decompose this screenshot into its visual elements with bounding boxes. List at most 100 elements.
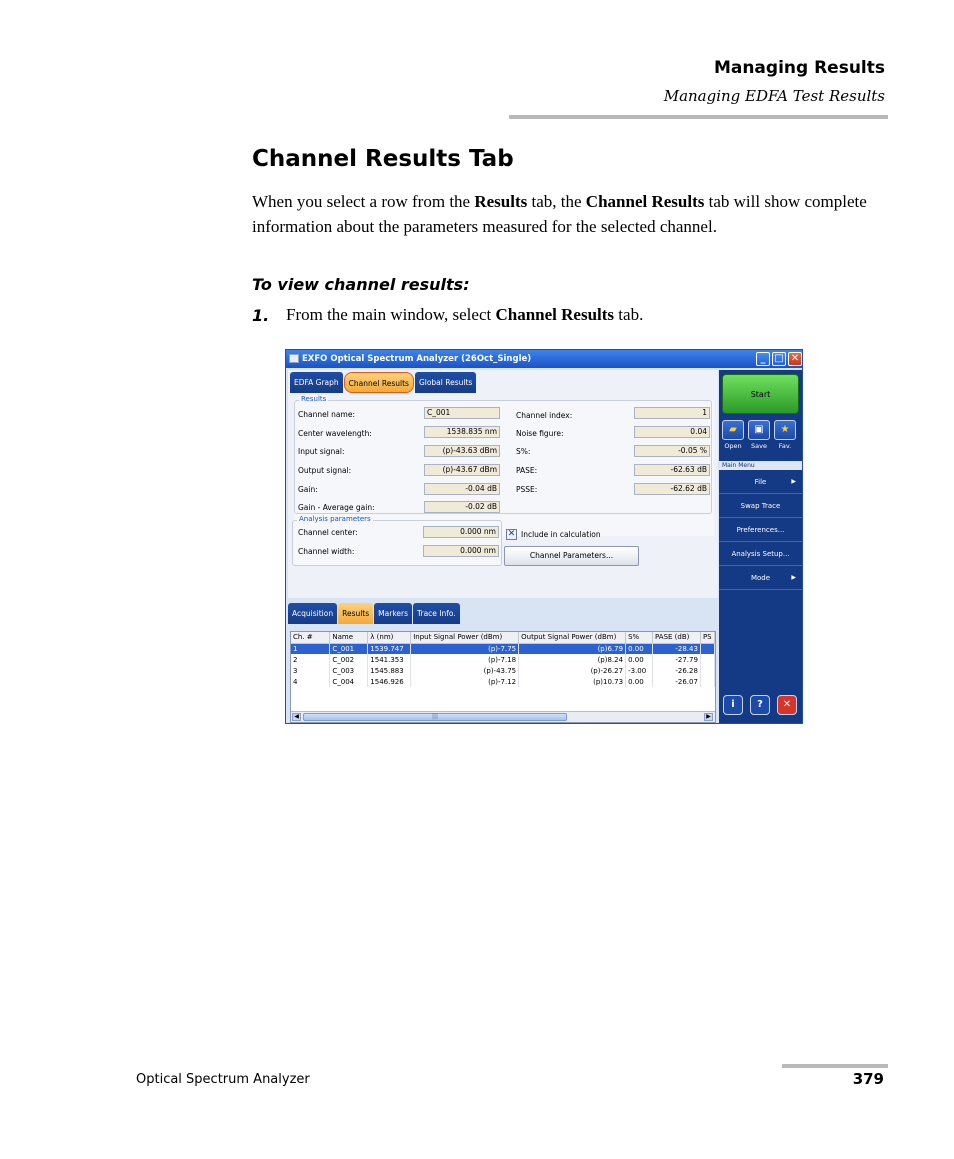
- cell: (p)-26.27: [518, 665, 627, 676]
- submenu-arrow-icon: ▶: [791, 574, 796, 581]
- scroll-thumb[interactable]: |||: [303, 713, 567, 721]
- app-window: EXFO Optical Spectrum Analyzer (26Oct_Si…: [285, 349, 803, 724]
- step-text: From the main window, select Channel Res…: [286, 305, 644, 324]
- channel-center-label: Channel center:: [298, 528, 358, 537]
- channel-parameters-button[interactable]: Channel Parameters...: [504, 546, 639, 566]
- running-header-title: Managing Results: [713, 58, 885, 78]
- cell: (p)6.79: [518, 643, 627, 654]
- channel-name-label: Channel name:: [298, 410, 355, 419]
- noise-figure-label: Noise figure:: [516, 429, 564, 438]
- col-s-pct[interactable]: S%: [625, 632, 654, 644]
- cell: 2: [291, 654, 331, 665]
- cell: 4: [291, 676, 331, 687]
- tab-acquisition[interactable]: Acquisition: [288, 603, 338, 624]
- include-in-calculation-label: Include in calculation: [521, 530, 601, 539]
- s-percent-field: -0.05 %: [634, 445, 710, 457]
- app-icon: [289, 354, 299, 363]
- cell: -26.07: [652, 676, 701, 687]
- analysis-group-title: Analysis parameters: [297, 515, 373, 523]
- table-header-row: Ch. # Name λ (nm) Input Signal Power (dB…: [291, 632, 715, 644]
- bottom-tab-bar: Acquisition Results Markers Trace Info.: [288, 603, 461, 625]
- analysis-parameters-group: Analysis parameters Channel center: 0.00…: [292, 515, 502, 566]
- col-pase[interactable]: PASE (dB): [652, 632, 701, 644]
- tab-trace-info[interactable]: Trace Info.: [413, 603, 460, 624]
- page-number: 379: [852, 1070, 884, 1088]
- maximize-button[interactable]: □: [772, 352, 786, 366]
- cell: 1545.883: [367, 665, 412, 676]
- tab-results[interactable]: Results: [338, 603, 374, 624]
- table-row[interactable]: 3 C_003 1545.883 (p)-43.75 (p)-26.27 -3.…: [291, 665, 715, 676]
- scroll-right-icon[interactable]: ▶: [704, 713, 713, 721]
- col-name[interactable]: Name: [329, 632, 369, 644]
- cell: C_003: [329, 665, 369, 676]
- cell: C_001: [329, 643, 369, 654]
- tab-global-results[interactable]: Global Results: [414, 372, 477, 393]
- save-disk-icon[interactable]: ▣: [748, 420, 770, 440]
- center-wavelength-label: Center wavelength:: [298, 429, 372, 438]
- menu-item-preferences[interactable]: Preferences...: [719, 518, 802, 542]
- open-folder-icon[interactable]: ▰: [722, 420, 744, 440]
- input-signal-label: Input signal:: [298, 447, 345, 456]
- minimize-button[interactable]: _: [756, 352, 770, 366]
- table-row[interactable]: 2 C_002 1541.353 (p)-7.18 (p)8.24 0.00 -…: [291, 654, 715, 665]
- center-wavelength-field: 1538.835 nm: [424, 426, 500, 438]
- gain-average-label: Gain - Average gain:: [298, 503, 375, 512]
- footer-rule: [782, 1064, 888, 1068]
- tab-edfa-graph[interactable]: EDFA Graph: [290, 372, 343, 393]
- info-icon[interactable]: i: [723, 695, 743, 715]
- channel-index-field: 1: [634, 407, 710, 419]
- horizontal-scrollbar[interactable]: ◀ ||| ▶: [291, 711, 715, 722]
- output-signal-field: (p)-43.67 dBm: [424, 464, 500, 476]
- col-ch[interactable]: Ch. #: [291, 632, 331, 644]
- cell: (p)8.24: [518, 654, 627, 665]
- step-number: 1.: [252, 306, 270, 325]
- intro-paragraph: When you select a row from the Results t…: [252, 192, 867, 236]
- cell: -27.79: [652, 654, 701, 665]
- s-percent-label: S%:: [516, 447, 531, 456]
- menu-item-mode[interactable]: Mode ▶: [719, 566, 802, 590]
- menu-item-swap-trace[interactable]: Swap Trace: [719, 494, 802, 518]
- cell: C_002: [329, 654, 369, 665]
- procedure-title: To view channel results:: [252, 275, 470, 294]
- submenu-arrow-icon: ▶: [791, 478, 796, 485]
- favorite-star-icon[interactable]: ★: [774, 420, 796, 440]
- channel-width-field[interactable]: 0.000 nm: [423, 545, 499, 557]
- results-group-title: Results: [299, 395, 329, 403]
- cell: 0.00: [625, 676, 654, 687]
- channel-center-field[interactable]: 0.000 nm: [423, 526, 499, 538]
- tab-markers[interactable]: Markers: [374, 603, 413, 624]
- channel-width-label: Channel width:: [298, 547, 355, 556]
- cell: C_004: [329, 676, 369, 687]
- cell: 0.00: [625, 654, 654, 665]
- cell: (p)-7.18: [410, 654, 520, 665]
- col-input-power[interactable]: Input Signal Power (dBm): [410, 632, 520, 644]
- col-lambda[interactable]: λ (nm): [367, 632, 412, 644]
- output-signal-label: Output signal:: [298, 466, 352, 475]
- include-in-calculation-checkbox[interactable]: ✕: [506, 529, 517, 540]
- menu-item-file[interactable]: File ▶: [719, 470, 802, 494]
- start-button[interactable]: Start: [722, 374, 799, 414]
- title-bar[interactable]: EXFO Optical Spectrum Analyzer (26Oct_Si…: [286, 350, 802, 368]
- cell: 1546.926: [367, 676, 412, 687]
- help-icon[interactable]: ?: [750, 695, 770, 715]
- col-output-power[interactable]: Output Signal Power (dBm): [518, 632, 627, 644]
- pase-label: PASE:: [516, 466, 538, 475]
- tab-channel-results[interactable]: Channel Results: [343, 372, 414, 393]
- pase-field: -62.63 dB: [634, 464, 710, 476]
- cell: 1539.747: [367, 643, 412, 654]
- cell: (p)-7.12: [410, 676, 520, 687]
- table-row[interactable]: 4 C_004 1546.926 (p)-7.12 (p)10.73 0.00 …: [291, 676, 715, 687]
- exit-icon[interactable]: ✕: [777, 695, 797, 715]
- fav-label: Fav.: [778, 442, 792, 450]
- menu-item-analysis-setup[interactable]: Analysis Setup...: [719, 542, 802, 566]
- gain-field: -0.04 dB: [424, 483, 500, 495]
- cell: [700, 665, 715, 676]
- col-ps[interactable]: PS: [700, 632, 715, 644]
- scroll-left-icon[interactable]: ◀: [292, 713, 301, 721]
- close-window-button[interactable]: ✕: [788, 352, 802, 366]
- table-row[interactable]: 1 C_001 1539.747 (p)-7.75 (p)6.79 0.00 -…: [291, 643, 715, 654]
- window-title: EXFO Optical Spectrum Analyzer (26Oct_Si…: [302, 354, 532, 364]
- cell: [700, 654, 715, 665]
- footer-product-name: Optical Spectrum Analyzer: [136, 1072, 310, 1087]
- gain-label: Gain:: [298, 485, 318, 494]
